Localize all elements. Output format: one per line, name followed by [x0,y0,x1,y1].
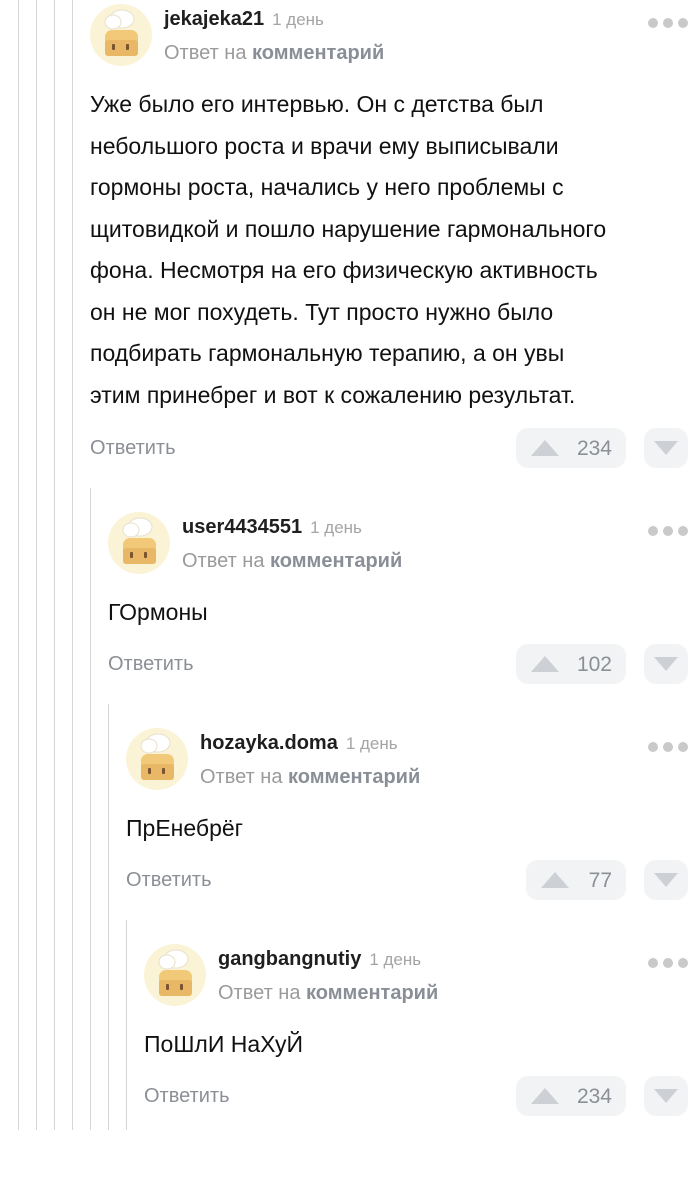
reply-to-prefix: Ответ на [200,766,283,788]
comment-date: 1 день [369,950,422,969]
more-dots-icon[interactable] [648,18,688,30]
reply-to-prefix: Ответ на [164,42,247,64]
upvote-button[interactable]: 102 [516,644,626,684]
reply-to: Ответ на комментарий [164,42,384,65]
vote-count: 234 [576,437,612,460]
avatar[interactable] [90,4,152,66]
downvote-button[interactable] [644,860,688,900]
username-text[interactable]: user4434551 [182,516,302,538]
chef-toast-avatar-icon [144,944,206,1006]
username[interactable]: user4434551 1 день [182,516,362,539]
comment: jekajeka21 1 день Ответ на комментарий Уж… [90,4,688,474]
chef-toast-avatar-icon [126,728,188,790]
reply-to-link[interactable]: комментарий [270,550,402,572]
avatar[interactable] [108,512,170,574]
username[interactable]: jekajeka21 1 день [164,8,324,31]
comment-line: небольшого роста и врачи ему выписывали [90,132,559,159]
comment-date: 1 день [310,518,362,537]
thread-line [108,704,109,1130]
comment-body: ПоШлИ НаХуЙ [144,1024,303,1066]
downvote-arrow-icon [654,873,678,887]
thread-line [72,0,73,1130]
comment-line: Уже было его интервью. Он с детства был [90,91,544,117]
avatar[interactable] [126,728,188,790]
vote-count: 102 [576,653,612,676]
comment: gangbangnutiy 1 день Ответ на комментарий… [144,944,688,1124]
thread-line [36,0,37,1130]
upvote-button[interactable]: 234 [516,428,626,468]
comment-line: ПрЕнебрёг [126,815,244,841]
username-text[interactable]: hozayka.doma [200,732,338,754]
downvote-button[interactable] [644,644,688,684]
chef-toast-avatar-icon [108,512,170,574]
downvote-button[interactable] [644,1076,688,1116]
upvote-button[interactable]: 77 [526,860,626,900]
thread-line [126,920,127,1130]
reply-to-prefix: Ответ на [182,550,265,572]
reply-to-prefix: Ответ на [218,982,301,1004]
thread-line [18,0,19,1130]
thread-line [54,0,55,1130]
comment-line: ПоШлИ НаХуЙ [144,1031,304,1057]
comment-line: гормоны роста, начались у него проблемы … [90,174,564,200]
comment-body: ГОрмоны [108,592,208,634]
comment-body: ПрЕнебрёг [126,808,243,850]
downvote-arrow-icon [654,441,678,455]
comment-line: щитовидкой и пошло нарушение гармонально… [90,215,607,242]
upvote-arrow-icon [541,872,569,888]
downvote-button[interactable] [644,428,688,468]
comment-line: ГОрмоны [108,599,208,625]
upvote-arrow-icon [531,656,559,672]
thread-line [90,488,91,1130]
reply-button[interactable]: Ответить [126,869,212,892]
reply-button[interactable]: Ответить [108,653,194,676]
reply-to: Ответ на комментарий [218,982,438,1005]
comment-date: 1 день [272,10,324,29]
reply-to-link[interactable]: комментарий [252,42,384,64]
reply-button[interactable]: Ответить [90,437,176,460]
upvote-arrow-icon [531,1088,559,1104]
comment: hozayka.doma 1 день Ответ на комментарий … [126,728,688,908]
more-dots-icon[interactable] [648,526,688,538]
reply-to: Ответ на комментарий [182,550,402,573]
downvote-arrow-icon [654,657,678,671]
comment: user4434551 1 день Ответ на комментарий Г… [108,512,688,692]
vote-count: 77 [588,869,612,892]
upvote-button[interactable]: 234 [516,1076,626,1116]
vote-count: 234 [576,1085,612,1108]
comment-body: Уже было его интервью. Он с детства был … [90,84,606,416]
downvote-arrow-icon [654,1089,678,1103]
username[interactable]: gangbangnutiy 1 день [218,948,421,971]
comment-line: подбирать гармональную терапию, а он увы [90,340,565,366]
username[interactable]: hozayka.doma 1 день [200,732,398,755]
comment-line: фона. Несмотря на его физическую активно… [90,257,598,283]
chef-toast-avatar-icon [90,4,152,66]
more-dots-icon[interactable] [648,742,688,754]
reply-to-link[interactable]: комментарий [288,766,420,788]
avatar[interactable] [144,944,206,1006]
username-text[interactable]: jekajeka21 [164,8,264,30]
reply-to-link[interactable]: комментарий [306,982,438,1004]
reply-to: Ответ на комментарий [200,766,420,789]
reply-button[interactable]: Ответить [144,1085,230,1108]
more-dots-icon[interactable] [648,958,688,970]
comment-line: этим принебрег и вот к сожалению результ… [90,381,576,408]
comment-line: он не мог похудеть. Тут просто нужно был… [90,298,554,325]
upvote-arrow-icon [531,440,559,456]
username-text[interactable]: gangbangnutiy [218,948,361,970]
comment-date: 1 день [345,734,398,753]
